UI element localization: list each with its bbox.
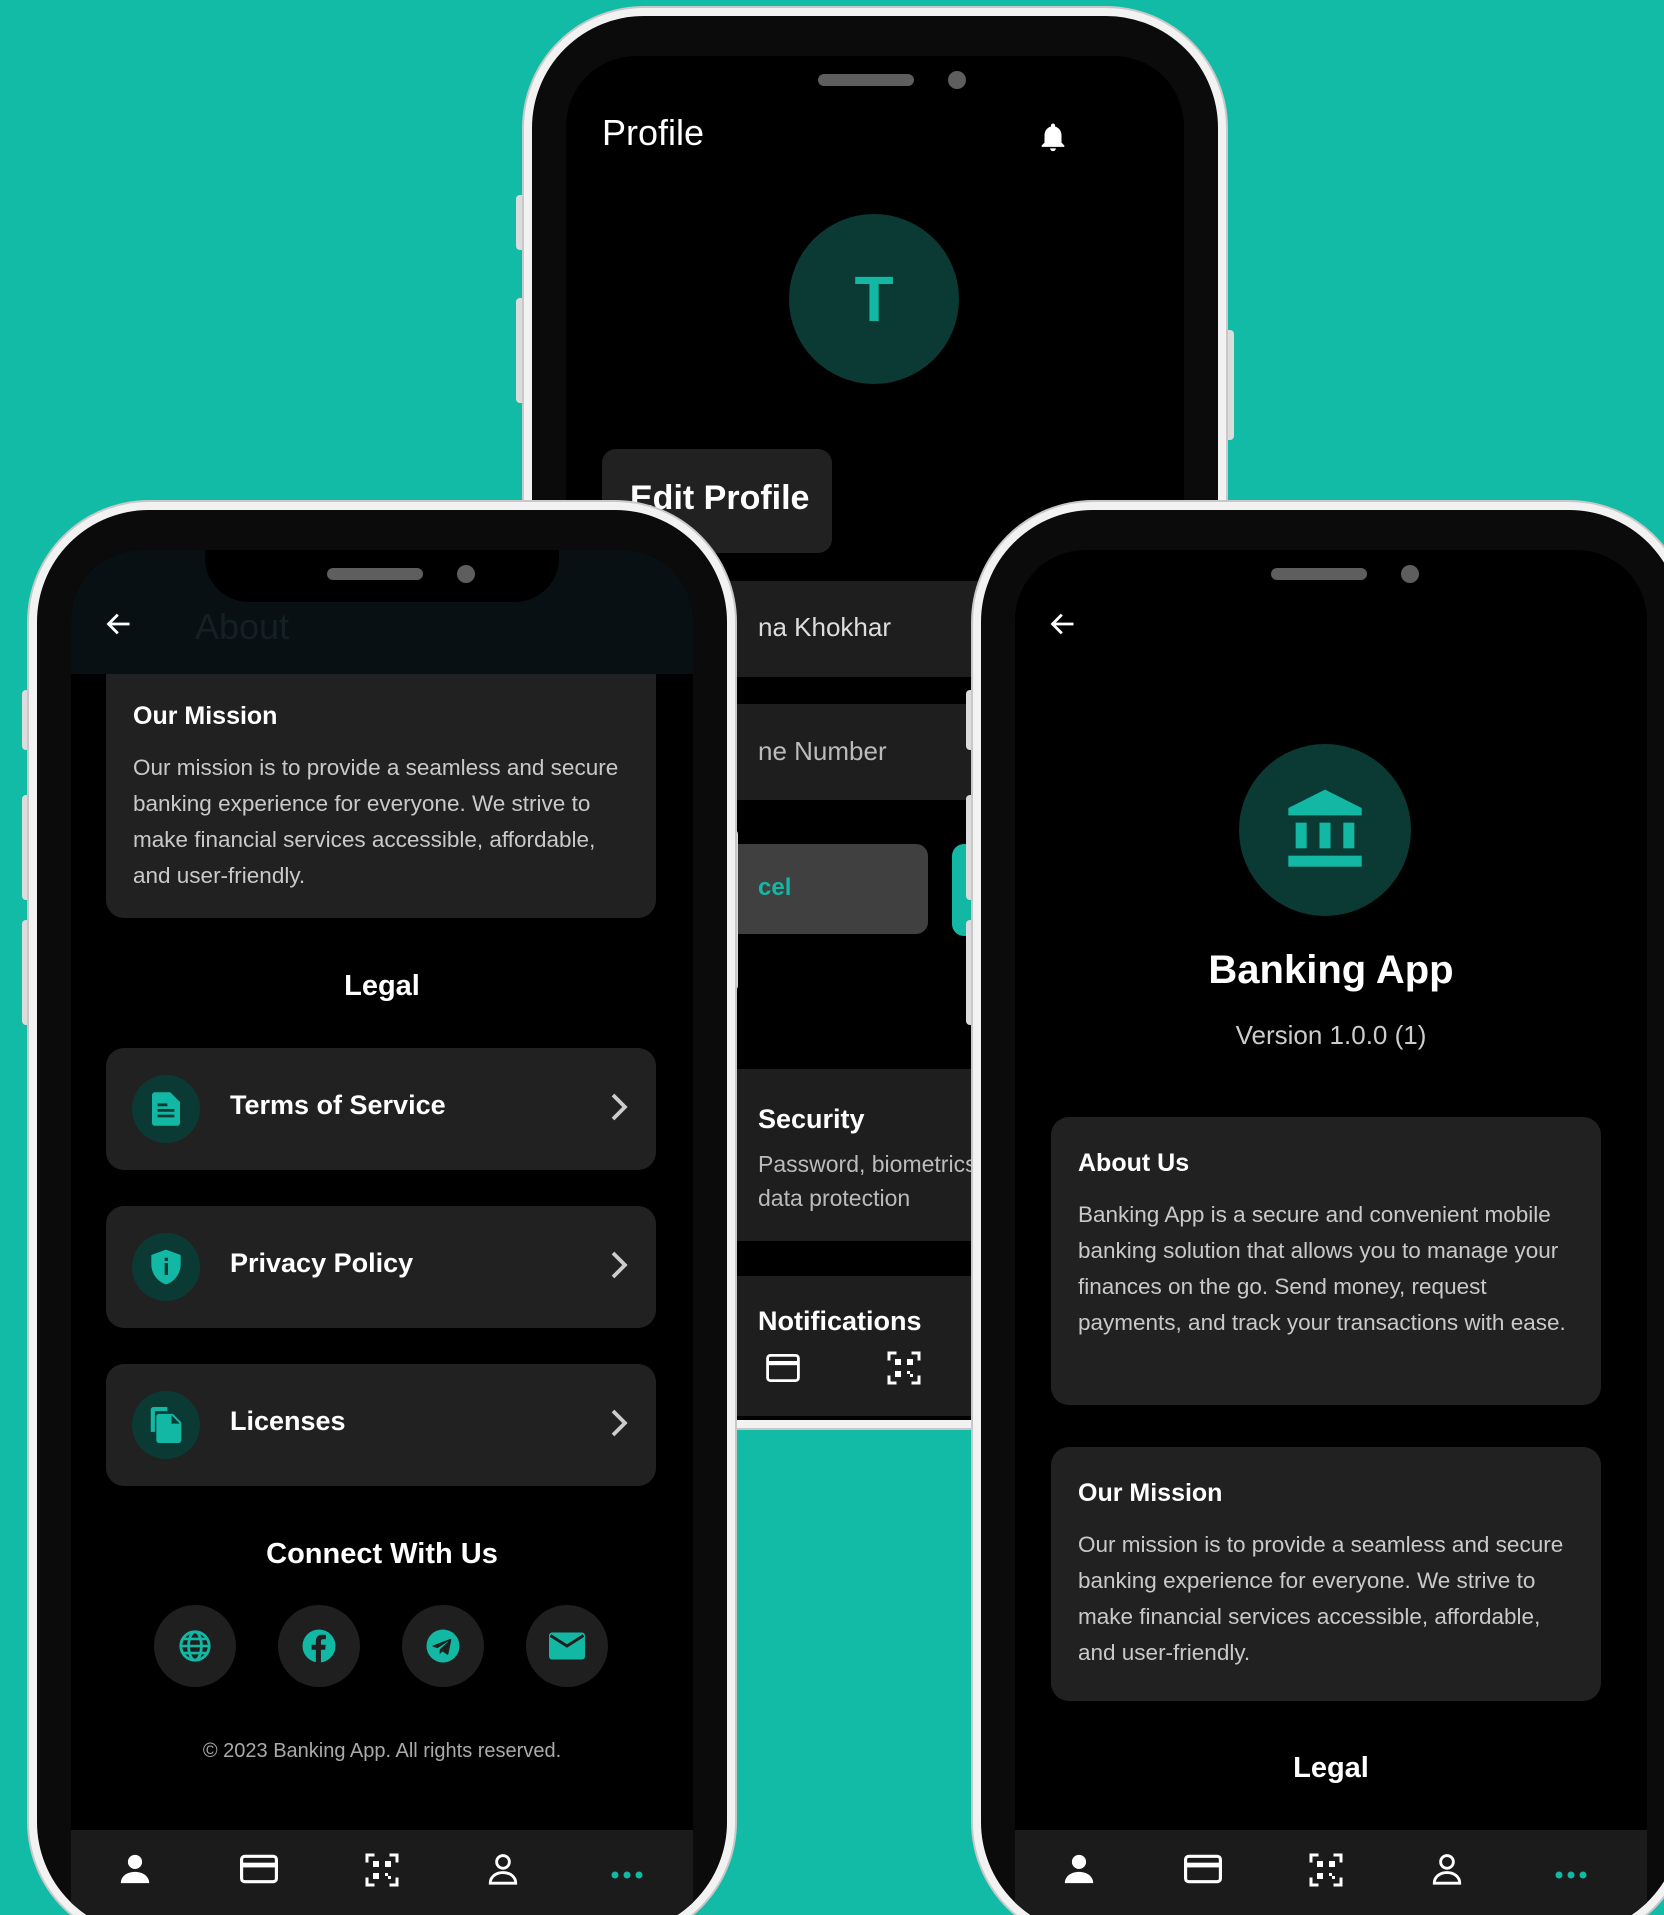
security-title: Security (758, 1104, 865, 1134)
bottom-nav (1015, 1830, 1647, 1915)
mission-card: Our Mission Our mission is to provide a … (1051, 1447, 1601, 1701)
about-us-title: About Us (1078, 1149, 1190, 1177)
licenses-item[interactable]: Licenses (106, 1364, 656, 1486)
back-arrow-icon[interactable] (103, 610, 135, 643)
telegram-icon[interactable] (402, 1605, 484, 1687)
legal-heading: Legal (344, 970, 420, 1002)
notch (696, 56, 1050, 108)
name-field-value: na Khokhar (758, 612, 891, 642)
privacy-policy-item[interactable]: Privacy Policy (106, 1206, 656, 1328)
more-icon[interactable] (1555, 1866, 1587, 1884)
app-name: Banking App (1208, 948, 1454, 992)
avatar-letter: T (854, 263, 894, 335)
profile-outline-icon[interactable] (1430, 1852, 1464, 1891)
card-icon[interactable] (766, 1354, 800, 1387)
notch (205, 550, 559, 602)
mission-card: Our Mission Our mission is to provide a … (106, 674, 656, 918)
terms-of-service-label: Terms of Service (230, 1090, 446, 1120)
connect-heading: Connect With Us (266, 1538, 498, 1570)
qr-icon[interactable] (1308, 1852, 1344, 1893)
notch (1149, 550, 1503, 602)
document-icon (132, 1075, 200, 1143)
qr-icon[interactable] (364, 1852, 400, 1893)
copyright-text: © 2023 Banking App. All rights reserved. (202, 1740, 562, 1762)
facebook-icon[interactable] (278, 1605, 360, 1687)
chevron-right-icon (610, 1408, 628, 1443)
shield-icon (132, 1233, 200, 1301)
privacy-policy-label: Privacy Policy (230, 1248, 414, 1278)
mission-title: Our Mission (1078, 1479, 1223, 1507)
card-icon[interactable] (240, 1852, 278, 1891)
cancel-button[interactable]: cel (716, 844, 928, 934)
about-us-card: About Us Banking App is a secure and con… (1051, 1117, 1601, 1405)
bottom-nav (71, 1830, 693, 1915)
copy-icon (132, 1391, 200, 1459)
mail-icon[interactable] (526, 1605, 608, 1687)
chevron-right-icon (610, 1092, 628, 1127)
chevron-right-icon (610, 1250, 628, 1285)
page-title: Profile (602, 112, 705, 153)
card-icon[interactable] (1184, 1852, 1222, 1891)
mission-title: Our Mission (133, 702, 278, 730)
about-phone-left: About Our Mission Our mission is to prov… (29, 502, 735, 1915)
notifications-title: Notifications (758, 1306, 922, 1336)
qr-icon[interactable] (886, 1350, 922, 1391)
about-us-text: Banking App is a secure and convenient m… (1078, 1202, 1566, 1335)
legal-heading: Legal (1293, 1752, 1369, 1784)
person-icon[interactable] (1062, 1852, 1096, 1891)
back-arrow-icon[interactable] (1047, 610, 1079, 643)
licenses-label: Licenses (230, 1406, 346, 1436)
mission-text: Our mission is to provide a seamless and… (1078, 1532, 1564, 1665)
terms-of-service-item[interactable]: Terms of Service (106, 1048, 656, 1170)
cancel-label: cel (758, 874, 792, 901)
more-icon[interactable] (611, 1866, 643, 1884)
avatar[interactable]: T (789, 214, 959, 384)
app-bar-title: About (195, 606, 290, 647)
app-version: Version 1.0.0 (1) (1235, 1020, 1427, 1050)
mission-text: Our mission is to provide a seamless and… (133, 755, 619, 888)
bank-icon (1239, 744, 1411, 916)
profile-outline-icon[interactable] (486, 1852, 520, 1891)
security-desc-line1: Password, biometrics, (758, 1151, 983, 1177)
bell-icon[interactable] (1036, 118, 1070, 161)
globe-icon[interactable] (154, 1605, 236, 1687)
security-desc-line2: data protection (758, 1185, 911, 1211)
phone-field-placeholder: ne Number (758, 736, 887, 766)
person-icon[interactable] (118, 1852, 152, 1891)
about-phone-right: Banking App Version 1.0.0 (1) About Us B… (973, 502, 1664, 1915)
